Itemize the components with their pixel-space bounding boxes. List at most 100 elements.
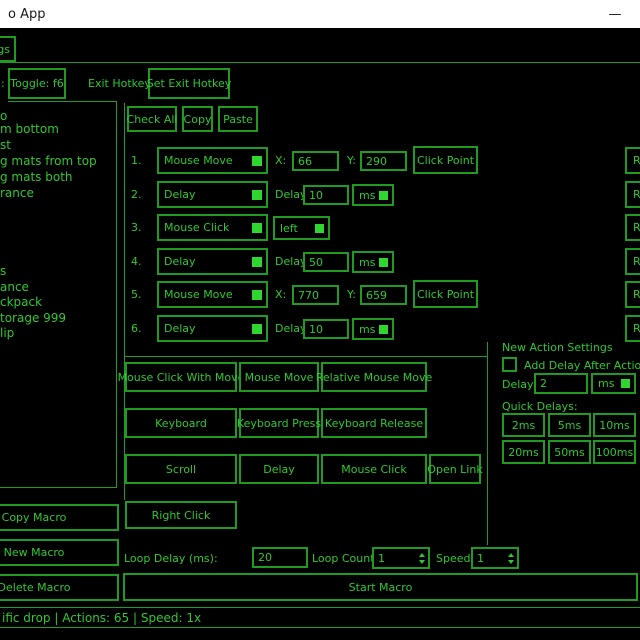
- click-point-button[interactable]: Click Point: [413, 146, 478, 174]
- quick-delay-50ms-button[interactable]: 50ms: [548, 440, 591, 464]
- check-all-label: Check All: [127, 113, 178, 126]
- delay-label: Delay: [275, 322, 307, 335]
- macro-list-item[interactable]: g mats from top: [0, 154, 97, 168]
- copy-button[interactable]: Copy: [182, 106, 213, 132]
- add-delay-checkbox[interactable]: [502, 357, 517, 372]
- quick-delay-20ms-button[interactable]: 20ms: [502, 440, 545, 464]
- delete-macro-button[interactable]: Delete Macro: [0, 574, 119, 601]
- delay-setting-input[interactable]: [534, 373, 588, 394]
- loop-delay-input[interactable]: [252, 547, 308, 568]
- macro-list-item[interactable]: m bottom: [0, 122, 59, 136]
- spinner-up-icon[interactable]: [508, 553, 514, 557]
- minimize-button[interactable]: —: [600, 3, 630, 25]
- delay-unit-dropdown[interactable]: ms: [352, 318, 394, 340]
- macro-list-item[interactable]: ckpack: [0, 295, 42, 309]
- loop-count-input[interactable]: 1: [372, 547, 430, 569]
- delay-label: Delay: [275, 188, 307, 201]
- macro-list-item[interactable]: o: [0, 109, 7, 123]
- delay-input[interactable]: [303, 185, 349, 205]
- x-input[interactable]: [292, 285, 339, 305]
- click-point-button[interactable]: Click Point: [413, 280, 478, 308]
- quick-delay-100ms-button[interactable]: 100ms: [593, 440, 636, 464]
- macro-list-item[interactable]: ance: [0, 280, 29, 294]
- action-type-dropdown[interactable]: Mouse Click: [157, 214, 268, 241]
- dropdown-indicator-icon: [252, 324, 262, 334]
- palette-label: Mouse Click: [341, 463, 406, 476]
- action-type-value: Mouse Click: [164, 221, 229, 234]
- palette-keyboard-release-button[interactable]: Keyboard Release: [321, 408, 427, 438]
- palette-right-click-button[interactable]: Right Click: [125, 501, 237, 529]
- macro-list[interactable]: o m bottom st g mats from top g mats bot…: [0, 101, 116, 487]
- palette-keyboard-button[interactable]: Keyboard: [125, 408, 237, 438]
- y-input[interactable]: [360, 151, 407, 171]
- remove-button[interactable]: R: [625, 281, 640, 308]
- quick-delay-label: 5ms: [558, 419, 581, 432]
- remove-button[interactable]: R: [625, 181, 640, 208]
- quick-delay-label: 2ms: [512, 419, 535, 432]
- title-bar: o App —: [0, 0, 640, 28]
- quick-delay-label: 20ms: [508, 446, 538, 459]
- set-exit-hotkey-button[interactable]: Set Exit Hotkey: [148, 68, 230, 99]
- remove-button[interactable]: R: [625, 248, 640, 275]
- spinner[interactable]: [419, 553, 425, 564]
- palette-open-link-button[interactable]: Open Link: [429, 454, 481, 484]
- delay-setting-unit-dropdown[interactable]: ms: [591, 373, 636, 394]
- set-exit-hotkey-button-label: Set Exit Hotkey: [147, 77, 231, 90]
- palette-label: Right Click: [152, 509, 211, 522]
- dropdown-indicator-icon: [252, 156, 262, 166]
- spinner-down-icon[interactable]: [508, 560, 514, 564]
- macro-list-item[interactable]: s: [0, 264, 6, 278]
- action-type-dropdown[interactable]: Delay: [157, 315, 268, 342]
- remove-button[interactable]: R: [625, 315, 640, 342]
- palette-relative-mouse-move-button[interactable]: Relative Mouse Move: [321, 362, 427, 392]
- spinner[interactable]: [508, 553, 514, 564]
- action-type-dropdown[interactable]: Mouse Move: [157, 147, 268, 174]
- spinner-down-icon[interactable]: [419, 560, 425, 564]
- copy-label: Copy: [184, 113, 212, 126]
- tab-settings[interactable]: gs: [0, 36, 16, 62]
- delay-setting-unit-value: ms: [598, 377, 614, 390]
- mouse-button-dropdown[interactable]: left: [273, 216, 330, 240]
- macro-list-item[interactable]: rance: [0, 186, 34, 200]
- palette-delay-button[interactable]: Delay: [239, 454, 319, 484]
- spinner-up-icon[interactable]: [419, 553, 425, 557]
- delay-input[interactable]: [303, 252, 349, 272]
- paste-button[interactable]: Paste: [218, 106, 258, 132]
- action-type-dropdown[interactable]: Delay: [157, 248, 268, 275]
- new-macro-button[interactable]: New Macro: [0, 539, 119, 566]
- quick-delay-2ms-button[interactable]: 2ms: [502, 413, 545, 437]
- start-macro-button[interactable]: Start Macro: [123, 573, 638, 601]
- remove-button[interactable]: R: [625, 214, 640, 241]
- palette-keyboard-press-button[interactable]: Keyboard Press: [239, 408, 319, 438]
- remove-button[interactable]: R: [625, 147, 640, 174]
- macro-list-item[interactable]: st: [0, 138, 11, 152]
- check-all-button[interactable]: Check All: [127, 106, 177, 132]
- copy-macro-button[interactable]: Copy Macro: [0, 504, 119, 531]
- new-macro-label: New Macro: [4, 546, 65, 559]
- start-macro-label: Start Macro: [349, 581, 413, 594]
- toggle-hotkey-button[interactable]: Toggle: f6: [8, 68, 66, 99]
- macro-list-item[interactable]: lip: [0, 326, 14, 340]
- action-number: 4.: [131, 255, 142, 268]
- palette-mouse-move-button[interactable]: Mouse Move: [239, 362, 319, 392]
- y-input[interactable]: [360, 285, 407, 305]
- quick-delay-5ms-button[interactable]: 5ms: [548, 413, 591, 437]
- palette-mouse-click-with-move-button[interactable]: Mouse Click With Move: [125, 362, 237, 392]
- macro-list-item[interactable]: torage 999: [0, 311, 66, 325]
- delay-input[interactable]: [303, 319, 349, 339]
- dropdown-indicator-icon: [379, 325, 388, 334]
- speed-label: Speed:: [436, 552, 474, 565]
- click-point-label: Click Point: [417, 154, 474, 167]
- quick-delay-10ms-button[interactable]: 10ms: [593, 413, 636, 437]
- action-type-dropdown[interactable]: Delay: [157, 181, 268, 208]
- delay-unit-dropdown[interactable]: ms: [352, 251, 394, 273]
- action-type-dropdown[interactable]: Mouse Move: [157, 281, 268, 308]
- palette-mouse-click-button[interactable]: Mouse Click: [321, 454, 427, 484]
- palette-label: Relative Mouse Move: [316, 371, 433, 384]
- macro-list-item[interactable]: g mats both: [0, 170, 73, 184]
- x-input[interactable]: [292, 151, 339, 171]
- speed-input[interactable]: 1: [471, 547, 519, 569]
- delay-unit-dropdown[interactable]: ms: [352, 184, 394, 206]
- delete-macro-label: Delete Macro: [0, 581, 70, 594]
- palette-scroll-button[interactable]: Scroll: [125, 454, 237, 484]
